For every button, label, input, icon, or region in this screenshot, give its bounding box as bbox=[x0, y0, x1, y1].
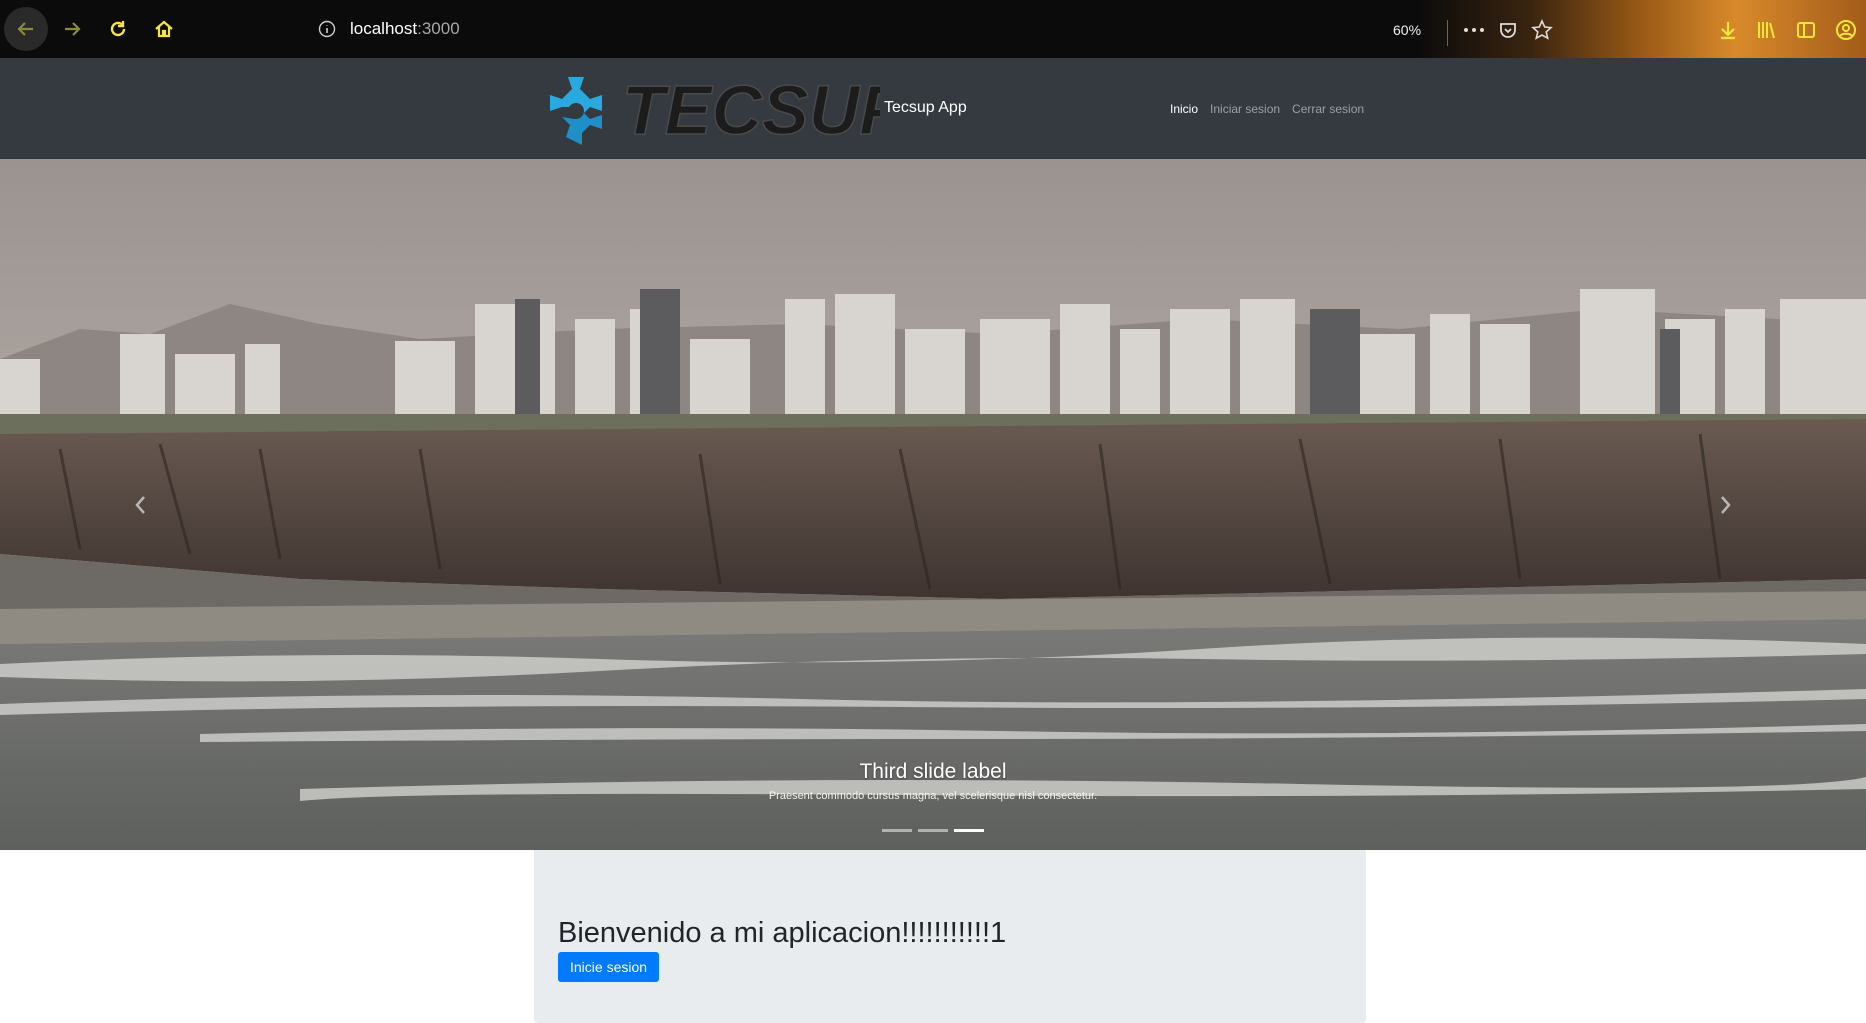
browser-toolbar: localhost:3000 60% bbox=[0, 0, 1866, 58]
carousel-indicator-2[interactable] bbox=[918, 829, 948, 832]
more-icon[interactable] bbox=[1462, 18, 1486, 42]
library-icon[interactable] bbox=[1754, 18, 1778, 42]
app-navbar: TECSUP Tecsup App Inicio Iniciar sesion … bbox=[0, 58, 1866, 159]
chevron-right-icon bbox=[1721, 495, 1731, 514]
url-bar[interactable]: localhost:3000 bbox=[318, 14, 460, 44]
account-icon[interactable] bbox=[1834, 18, 1858, 42]
download-icon[interactable] bbox=[1716, 18, 1740, 42]
welcome-title: Bienvenido a mi aplicacion!!!!!!!!!!!1 bbox=[558, 917, 1007, 949]
url-text: localhost:3000 bbox=[350, 19, 460, 39]
navbar-brand[interactable]: TECSUP Tecsup App bbox=[534, 68, 967, 154]
nav-link-inicio[interactable]: Inicio bbox=[1170, 102, 1198, 116]
carousel-indicator-3[interactable] bbox=[954, 829, 984, 832]
chevron-left-icon bbox=[135, 495, 145, 514]
brand-name: Tecsup App bbox=[884, 99, 967, 116]
toolbar-divider bbox=[1447, 20, 1448, 46]
nav-link-iniciar-sesion[interactable]: Iniciar sesion bbox=[1210, 102, 1280, 116]
carousel-prev-button[interactable] bbox=[0, 159, 280, 850]
carousel-caption: Third slide label Praesent commodo cursu… bbox=[0, 760, 1866, 802]
logo-text: TECSUP bbox=[622, 71, 880, 149]
back-icon bbox=[17, 22, 33, 36]
nav-link-cerrar-sesion[interactable]: Cerrar sesion bbox=[1292, 102, 1364, 116]
sidebar-icon[interactable] bbox=[1794, 18, 1818, 42]
caption-text: Praesent commodo cursus magna, vel scele… bbox=[768, 790, 1098, 802]
home-button[interactable] bbox=[142, 7, 186, 51]
login-button[interactable]: Inicie sesion bbox=[558, 951, 660, 982]
forward-button[interactable] bbox=[50, 7, 94, 51]
welcome-jumbotron: Bienvenido a mi aplicacion!!!!!!!!!!!1 I… bbox=[534, 850, 1366, 1023]
zoom-level[interactable]: 60% bbox=[1393, 22, 1421, 38]
info-icon bbox=[318, 20, 336, 38]
navbar-links: Inicio Iniciar sesion Cerrar sesion bbox=[1170, 102, 1364, 116]
reload-icon bbox=[110, 21, 126, 37]
carousel-next-button[interactable] bbox=[1586, 159, 1866, 850]
carousel: Third slide label Praesent commodo cursu… bbox=[0, 159, 1866, 850]
url-port: :3000 bbox=[417, 19, 460, 38]
home-icon bbox=[155, 20, 173, 38]
tecsup-logo: TECSUP bbox=[550, 70, 880, 150]
pocket-icon[interactable] bbox=[1496, 18, 1520, 42]
reload-button[interactable] bbox=[96, 7, 140, 51]
back-button[interactable] bbox=[4, 7, 48, 51]
caption-title: Third slide label bbox=[859, 760, 1007, 783]
forward-icon bbox=[65, 22, 81, 36]
bookmark-star-icon[interactable] bbox=[1530, 18, 1554, 42]
carousel-indicator-1[interactable] bbox=[882, 829, 912, 832]
url-host: localhost bbox=[350, 19, 418, 38]
carousel-indicators bbox=[0, 829, 1866, 832]
